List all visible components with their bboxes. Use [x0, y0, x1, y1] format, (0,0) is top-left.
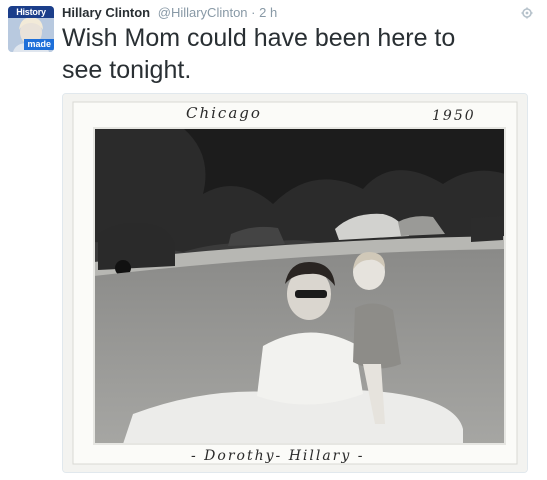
avatar[interactable]: History made: [8, 6, 54, 52]
tweet-header: Hillary Clinton @HillaryClinton · 2 h: [62, 5, 277, 21]
author-handle[interactable]: @HillaryClinton: [158, 5, 248, 20]
tweet-timestamp[interactable]: 2 h: [259, 5, 277, 20]
photo-caption-names: - Dorothy- Hillary -: [191, 448, 365, 464]
gear-icon[interactable]: [521, 7, 533, 19]
photo-caption-place: Chicago: [186, 104, 262, 122]
tweet-photo[interactable]: [62, 93, 528, 473]
photo-image: [63, 94, 527, 472]
meta-separator: ·: [251, 5, 256, 20]
avatar-badge-top: History: [8, 6, 54, 18]
avatar-badge-bottom: made: [24, 39, 54, 50]
author-name[interactable]: Hillary Clinton: [62, 5, 150, 20]
tweet-text: Wish Mom could have been here to see ton…: [62, 24, 456, 84]
photo-caption-year: 1950: [432, 108, 476, 124]
tweet-card: History made Hillary Clinton @HillaryCli…: [0, 0, 547, 480]
